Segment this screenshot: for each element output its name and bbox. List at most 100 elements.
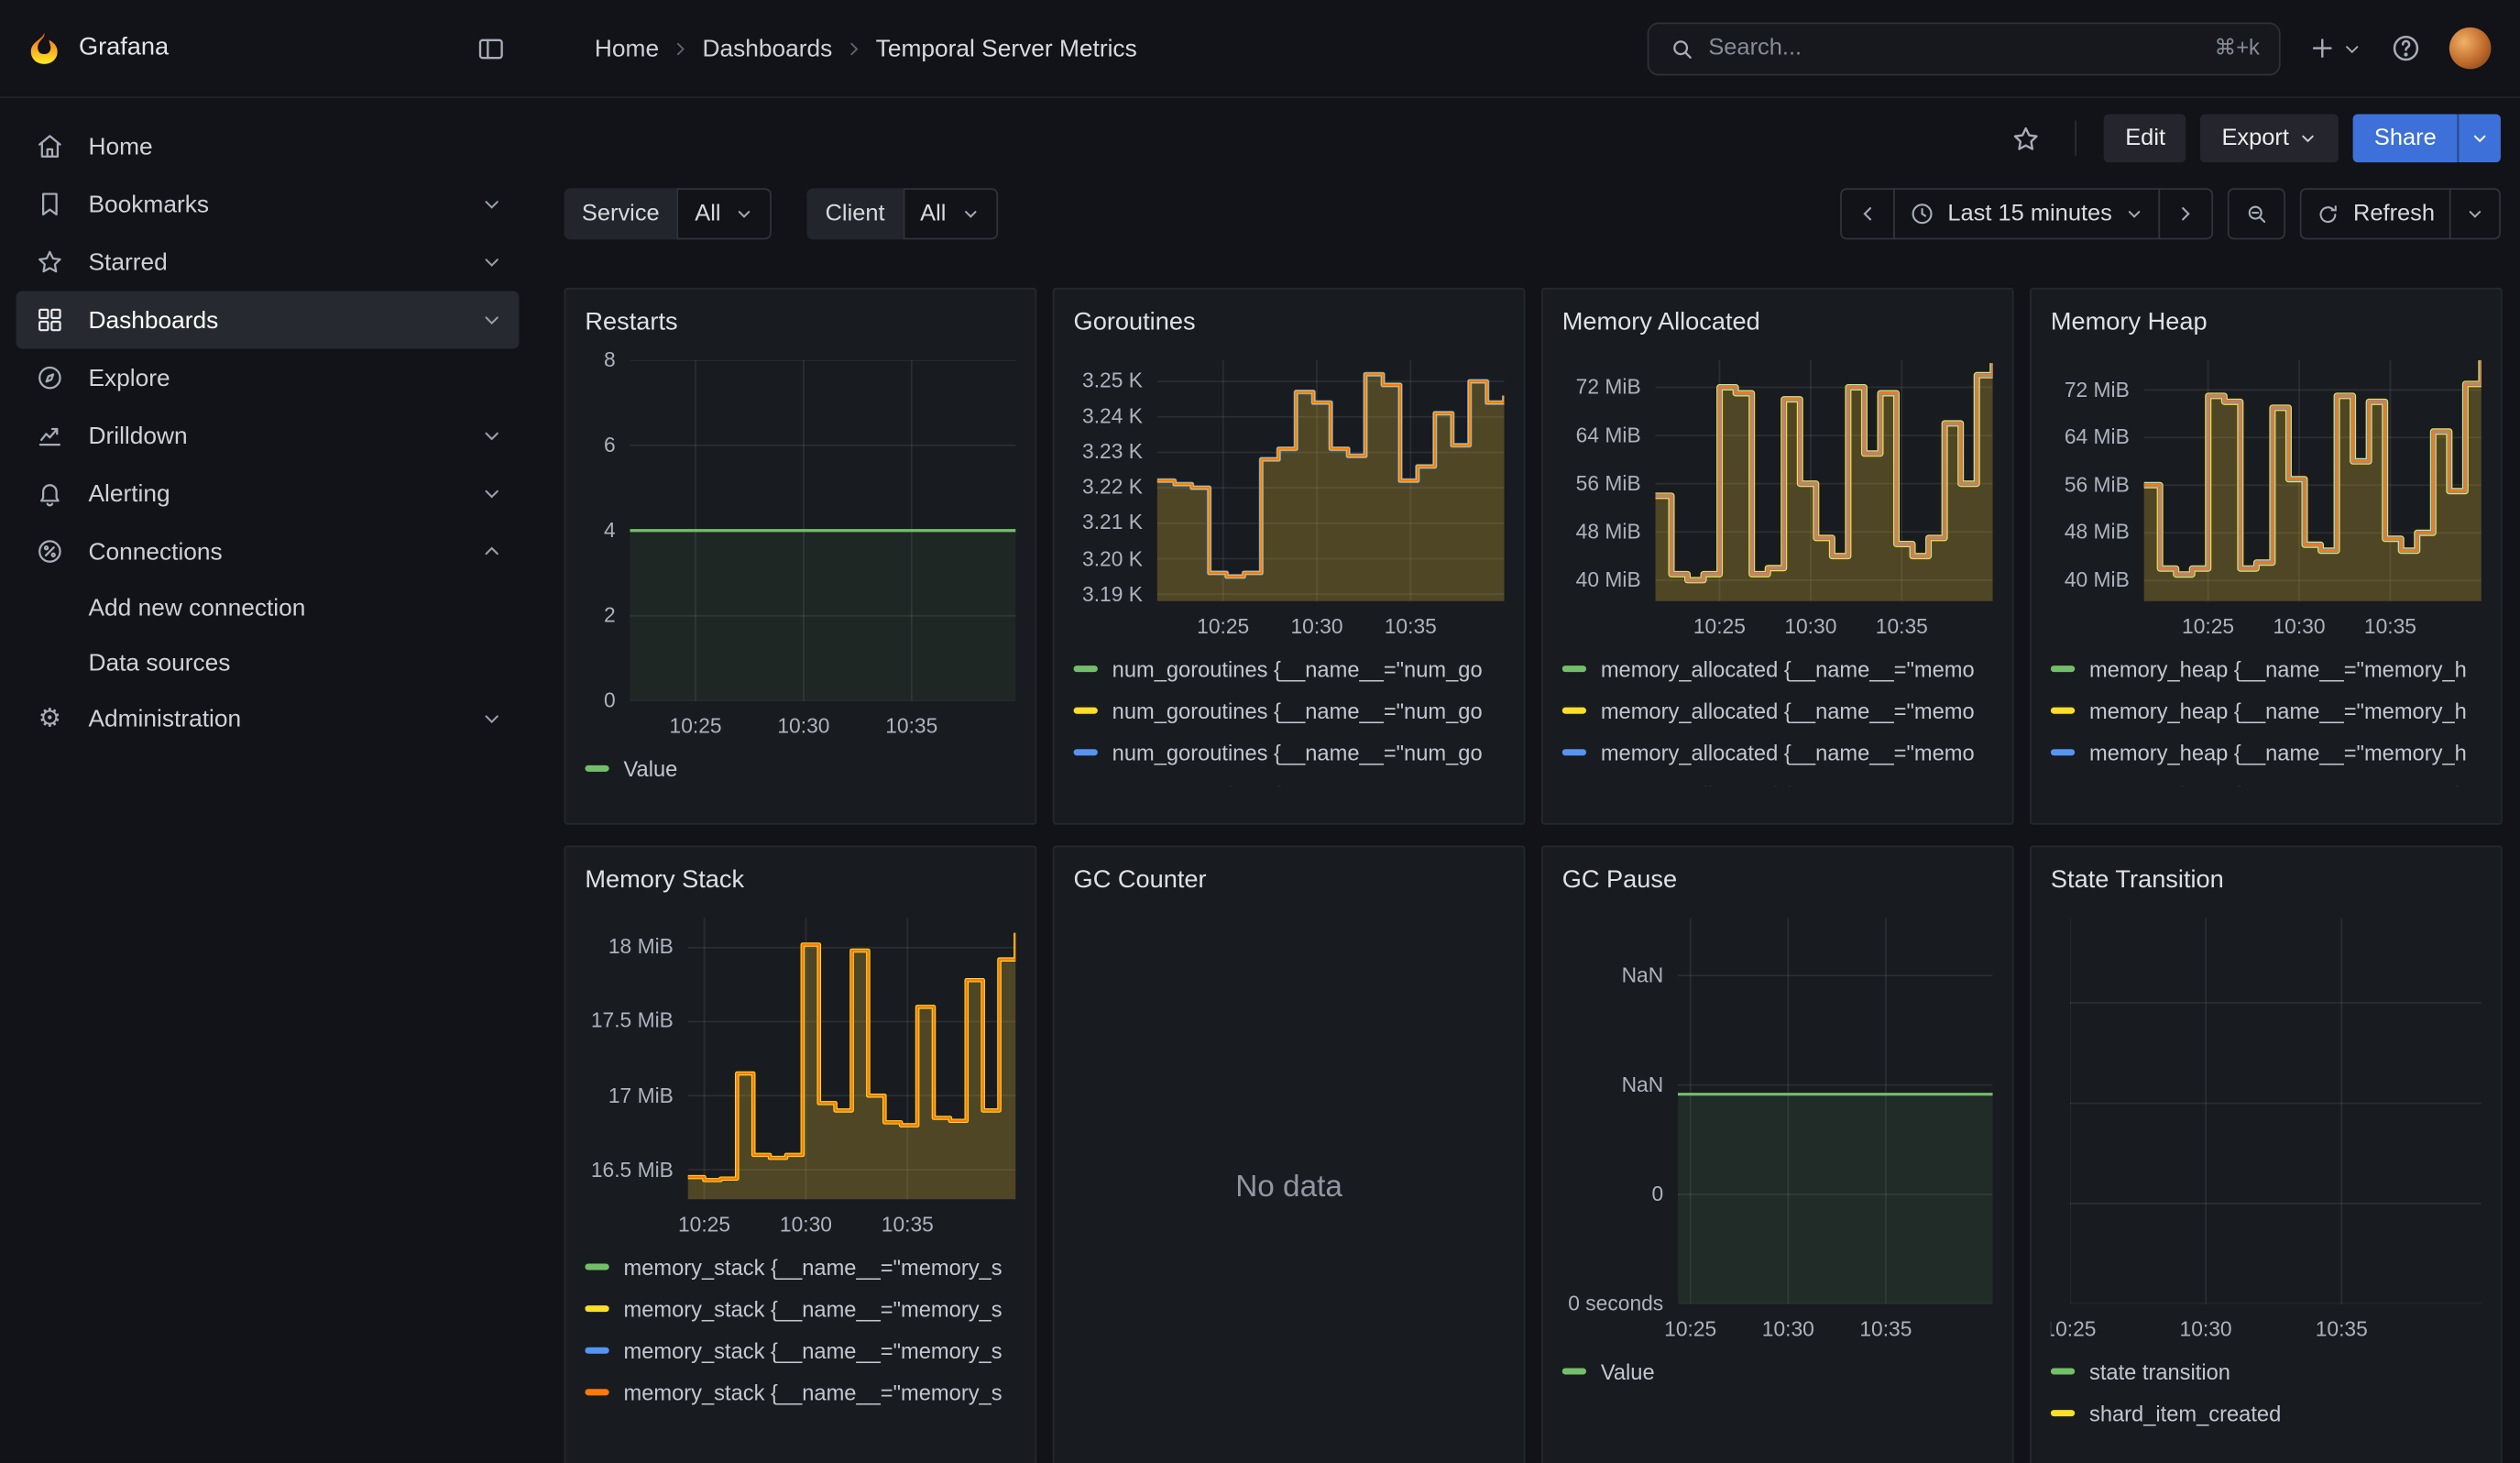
sidebar-item-alerting[interactable]: Alerting <box>16 465 520 522</box>
legend-item[interactable]: Value <box>585 748 1015 790</box>
sidebar-item-label: Alerting <box>88 480 480 508</box>
chevron-right-icon <box>670 38 691 59</box>
x-axis: 10:2510:3010:35 <box>1655 601 1992 644</box>
legend: Value <box>1562 1350 1993 1392</box>
chart-plot[interactable] <box>630 360 1016 701</box>
service-variable-select[interactable]: All <box>677 188 772 239</box>
sidebar-item-drilldown[interactable]: Drilldown <box>16 407 520 465</box>
share-menu-button[interactable] <box>2458 115 2501 163</box>
series-color-icon <box>1562 1369 1586 1375</box>
search-input[interactable]: Search... ⌘+k <box>1648 22 2281 75</box>
sidebar-item-starred[interactable]: Starred <box>16 233 520 291</box>
chart-plot[interactable] <box>688 918 1016 1199</box>
legend-item[interactable]: memory_heap {__name__="memory_h <box>2051 774 2482 786</box>
share-button[interactable]: Share <box>2353 115 2457 163</box>
series-color-icon <box>1562 708 1586 714</box>
panel-title[interactable]: Memory Allocated <box>1562 302 1993 345</box>
refresh-interval-button[interactable] <box>2449 188 2501 239</box>
legend-label: memory_stack {__name__="memory_s <box>623 1296 1002 1320</box>
chevron-down-icon[interactable] <box>480 708 503 731</box>
legend-label: memory_heap {__name__="memory_h <box>2089 741 2467 764</box>
sidebar-item-dashboards[interactable]: Dashboards <box>16 291 520 348</box>
legend-item[interactable]: memory_heap {__name__="memory_h <box>2051 648 2482 690</box>
legend: memory_stack {__name__="memory_smemory_s… <box>585 1246 1015 1413</box>
sidebar-item-label: Connections <box>88 538 480 566</box>
breadcrumb-dashboards[interactable]: Dashboards <box>702 35 832 62</box>
avatar[interactable] <box>2449 28 2492 70</box>
x-axis-label: 10:30 <box>1762 1316 1814 1340</box>
legend-item[interactable]: memory_stack {__name__="memory_s <box>585 1288 1015 1330</box>
chart-plot[interactable] <box>2144 360 2482 601</box>
panel-title[interactable]: GC Counter <box>1074 860 1505 902</box>
chart-plot[interactable] <box>1655 360 1992 601</box>
legend-item[interactable]: num_goroutines {__name__="num_go <box>1074 732 1505 774</box>
legend-item[interactable]: memory_stack {__name__="memory_s <box>585 1329 1015 1371</box>
sidebar-item-label: Bookmarks <box>88 191 480 218</box>
panel-title[interactable]: Memory Stack <box>585 860 1015 902</box>
add-button[interactable] <box>2307 34 2362 63</box>
panel-title[interactable]: Goroutines <box>1074 302 1505 345</box>
chevron-down-icon[interactable] <box>480 309 503 332</box>
sidebar-item-home[interactable]: Home <box>16 117 520 175</box>
chart-plot[interactable] <box>2070 918 2482 1304</box>
chart-plot[interactable] <box>1157 360 1505 601</box>
sidebar-item-connections[interactable]: Connections <box>16 522 520 580</box>
chevron-down-icon[interactable] <box>480 482 503 505</box>
refresh-button[interactable]: Refresh <box>2300 188 2450 239</box>
time-range-picker[interactable]: Last 15 minutes <box>1893 188 2161 239</box>
sidebar-item-explore[interactable]: Explore <box>16 349 520 407</box>
edit-button[interactable]: Edit <box>2104 115 2186 163</box>
legend-item[interactable]: memory_stack {__name__="memory_s <box>585 1246 1015 1288</box>
legend-item[interactable]: Value <box>1562 1350 1993 1392</box>
time-shift-back-button[interactable] <box>1840 188 1895 239</box>
zoom-out-button[interactable] <box>2228 188 2285 239</box>
y-axis-label: 16.5 MiB <box>585 1157 673 1182</box>
grafana-logo <box>26 29 62 66</box>
sidebar-toggle-icon[interactable] <box>476 33 506 63</box>
legend-item[interactable]: memory_allocated {__name__="memo <box>1562 648 1993 690</box>
service-variable: Service All <box>564 188 772 239</box>
legend-item[interactable]: memory_allocated {__name__="memo <box>1562 774 1993 786</box>
legend-item[interactable]: memory_stack {__name__="memory_s <box>585 1371 1015 1414</box>
chevron-down-icon[interactable] <box>480 192 503 215</box>
panel-title[interactable]: Memory Heap <box>2051 302 2482 345</box>
legend-item[interactable]: memory_heap {__name__="memory_h <box>2051 732 2482 774</box>
panel-memory-stack: Memory Stack 18 MiB17.5 MiB17 MiB16.5 Mi… <box>564 846 1037 1463</box>
chevron-down-icon[interactable] <box>480 424 503 447</box>
y-axis: 86420 <box>585 360 630 701</box>
legend-label: num_goroutines {__name__="num_go <box>1112 741 1483 764</box>
panel-title[interactable]: State Transition <box>2051 860 2482 902</box>
sidebar-item-bookmarks[interactable]: Bookmarks <box>16 175 520 233</box>
chart-plot[interactable] <box>1678 918 1993 1304</box>
panel-title[interactable]: GC Pause <box>1562 860 1993 902</box>
help-icon[interactable] <box>2390 32 2422 64</box>
breadcrumb: Home Dashboards Temporal Server Metrics <box>595 35 1137 62</box>
refresh-label: Refresh <box>2353 201 2435 226</box>
legend-item[interactable]: num_goroutines {__name__="num_go <box>1074 648 1505 690</box>
legend-item[interactable]: memory_allocated {__name__="memo <box>1562 732 1993 774</box>
sidebar-item-label: Drilldown <box>88 422 480 449</box>
legend-item[interactable]: num_goroutines {__name__="num_go <box>1074 774 1505 786</box>
chevron-down-icon[interactable] <box>480 251 503 274</box>
x-axis-label: 10:30 <box>2180 1316 2232 1340</box>
chevron-down-icon <box>2471 128 2490 148</box>
time-shift-forward-button[interactable] <box>2159 188 2214 239</box>
legend-item[interactable]: memory_heap {__name__="memory_h <box>2051 689 2482 732</box>
legend-item[interactable]: state transition <box>2051 1350 2482 1392</box>
sidebar-item-add-new-connection[interactable]: Add new connection <box>16 580 520 635</box>
sidebar-item-administration[interactable]: ⚙ Administration <box>16 689 520 747</box>
chevron-down-icon <box>960 204 980 224</box>
export-button[interactable]: Export <box>2201 115 2339 163</box>
legend-item[interactable]: shard_item_created <box>2051 1392 2482 1435</box>
breadcrumb-home[interactable]: Home <box>595 35 659 62</box>
panel-title[interactable]: Restarts <box>585 302 1015 345</box>
client-variable-select[interactable]: All <box>903 188 998 239</box>
legend: Value <box>585 748 1015 790</box>
chevron-right-icon <box>2175 203 2197 226</box>
legend-item[interactable]: memory_allocated {__name__="memo <box>1562 689 1993 732</box>
legend-item[interactable]: num_goroutines {__name__="num_go <box>1074 689 1505 732</box>
chevron-up-icon[interactable] <box>480 540 503 563</box>
favorite-star-icon[interactable] <box>2005 116 2048 160</box>
sidebar-item-data-sources[interactable]: Data sources <box>16 635 520 690</box>
drilldown-icon <box>32 422 68 451</box>
